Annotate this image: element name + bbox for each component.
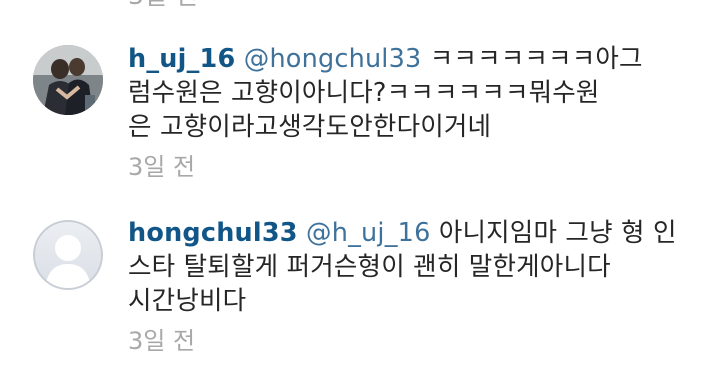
comment-timestamp: 3일 전 [128, 153, 196, 181]
comment-username[interactable]: h_uj_16 [128, 44, 235, 74]
previous-comment-timestamp: 3일 전 [128, 0, 198, 10]
photo-avatar-icon[interactable] [33, 45, 103, 115]
comment-text-line: 아니지임마 그냥 형 인 [438, 218, 677, 248]
comment-username[interactable]: hongchul33 [128, 218, 298, 248]
default-user-avatar-icon[interactable] [33, 220, 103, 290]
comment-mention-link[interactable]: @h_uj_16 [306, 218, 430, 248]
comment-text-line: ㅋㅋㅋㅋㅋㅋㅋ아그 [429, 44, 643, 74]
comment-text-line: 은 고향이라고생각도안한다이거네 [128, 112, 492, 142]
comment-text-line: 럼수원은 고향이아니다?ㅋㅋㅋㅋㅋㅋ뭐수원 [128, 78, 600, 108]
comment-timestamp: 3일 전 [128, 327, 196, 355]
comment-text-line: 시간낭비다 [128, 286, 247, 316]
comment-text-line: 스타 탈퇴할게 퍼거슨형이 괜히 말한게아니다 [128, 252, 611, 282]
comment-mention-link[interactable]: @hongchul33 [244, 44, 422, 74]
